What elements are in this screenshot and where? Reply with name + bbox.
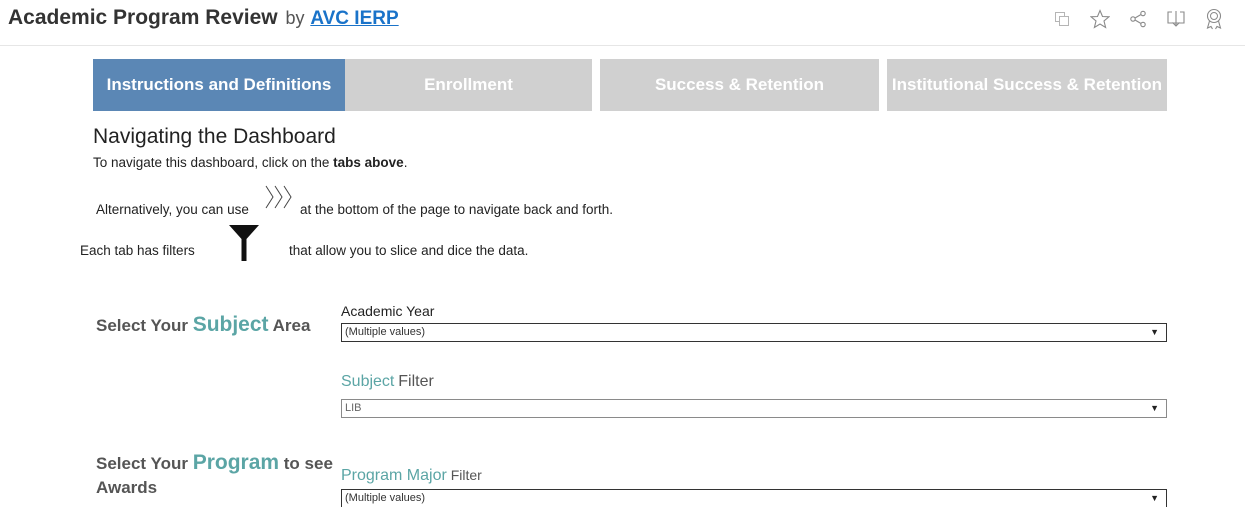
- instruction-line-filters-suffix: that allow you to slice and dice the dat…: [289, 243, 529, 258]
- program-accent-text: Program: [192, 451, 280, 474]
- tabs-above-text: tabs above: [333, 155, 404, 170]
- subject-accent-text: Subject: [192, 313, 269, 336]
- academic-year-dropdown[interactable]: (Multiple values) ▼: [341, 323, 1167, 342]
- subject-value: LIB: [345, 402, 362, 414]
- star-icon[interactable]: [1081, 7, 1119, 31]
- tab-institutional-success-retention[interactable]: Institutional Success & Retention: [887, 59, 1167, 111]
- dropdown-arrow-icon: ▼: [1150, 327, 1159, 337]
- program-major-filter-label: Program Major Filter: [341, 467, 482, 485]
- program-major-value: (Multiple values): [345, 492, 426, 504]
- tab-enrollment[interactable]: Enrollment: [345, 59, 592, 111]
- badge-icon[interactable]: [1195, 7, 1233, 31]
- program-major-accent: Program Major: [341, 467, 447, 484]
- select-program-line2: Awards: [96, 478, 158, 497]
- share-icon[interactable]: [1119, 7, 1157, 31]
- workbook-title-text: Academic Program Review: [8, 6, 278, 29]
- chevrons-right-icon: [264, 184, 294, 215]
- subject-dropdown[interactable]: LIB ▼: [341, 399, 1167, 418]
- top-toolbar: Academic Program Review by AVC IERP: [0, 0, 1245, 46]
- instruction-line-arrows-suffix: at the bottom of the page to navigate ba…: [300, 202, 613, 217]
- instruction-line-filters-prefix: Each tab has filters: [80, 243, 195, 258]
- program-major-dropdown[interactable]: (Multiple values) ▼: [341, 489, 1167, 507]
- select-program-label: Select Your Program to see Awards: [96, 451, 333, 500]
- tab-success-retention[interactable]: Success & Retention: [600, 59, 879, 111]
- select-program-prefix: Select Your: [96, 454, 193, 473]
- tab-instructions-and-definitions[interactable]: Instructions and Definitions: [93, 59, 345, 111]
- select-program-suffix: to see: [279, 454, 333, 473]
- dropdown-arrow-icon: ▼: [1150, 403, 1159, 413]
- download-icon[interactable]: [1157, 7, 1195, 31]
- subject-filter-accent: Subject: [341, 373, 395, 390]
- academic-year-value: (Multiple values): [345, 326, 426, 338]
- select-subject-area-label: Select Your Subject Area: [96, 313, 310, 338]
- copy-icon[interactable]: [1043, 7, 1081, 31]
- program-major-filter-text: Filter: [450, 467, 482, 483]
- select-subject-suffix: Area: [268, 316, 311, 335]
- instruction-line-tabs: To navigate this dashboard, click on the…: [93, 155, 407, 170]
- instruction-line-arrows-prefix: Alternatively, you can use: [96, 202, 249, 217]
- subject-filter-label: Subject Filter: [341, 373, 434, 391]
- by-text: by: [285, 8, 305, 28]
- subject-filter-text: Filter: [398, 373, 434, 390]
- workbook-title: Academic Program Review by AVC IERP: [8, 6, 399, 30]
- select-subject-prefix: Select Your: [96, 316, 193, 335]
- filter-funnel-icon: [228, 224, 260, 267]
- instruction-line-tabs-prefix: To navigate this dashboard, click on the: [93, 155, 334, 170]
- academic-year-label: Academic Year: [341, 303, 435, 319]
- instruction-line-tabs-suffix: .: [403, 155, 408, 170]
- dropdown-arrow-icon: ▼: [1150, 493, 1159, 503]
- author-link[interactable]: AVC IERP: [310, 8, 398, 29]
- navigating-heading: Navigating the Dashboard: [93, 125, 336, 148]
